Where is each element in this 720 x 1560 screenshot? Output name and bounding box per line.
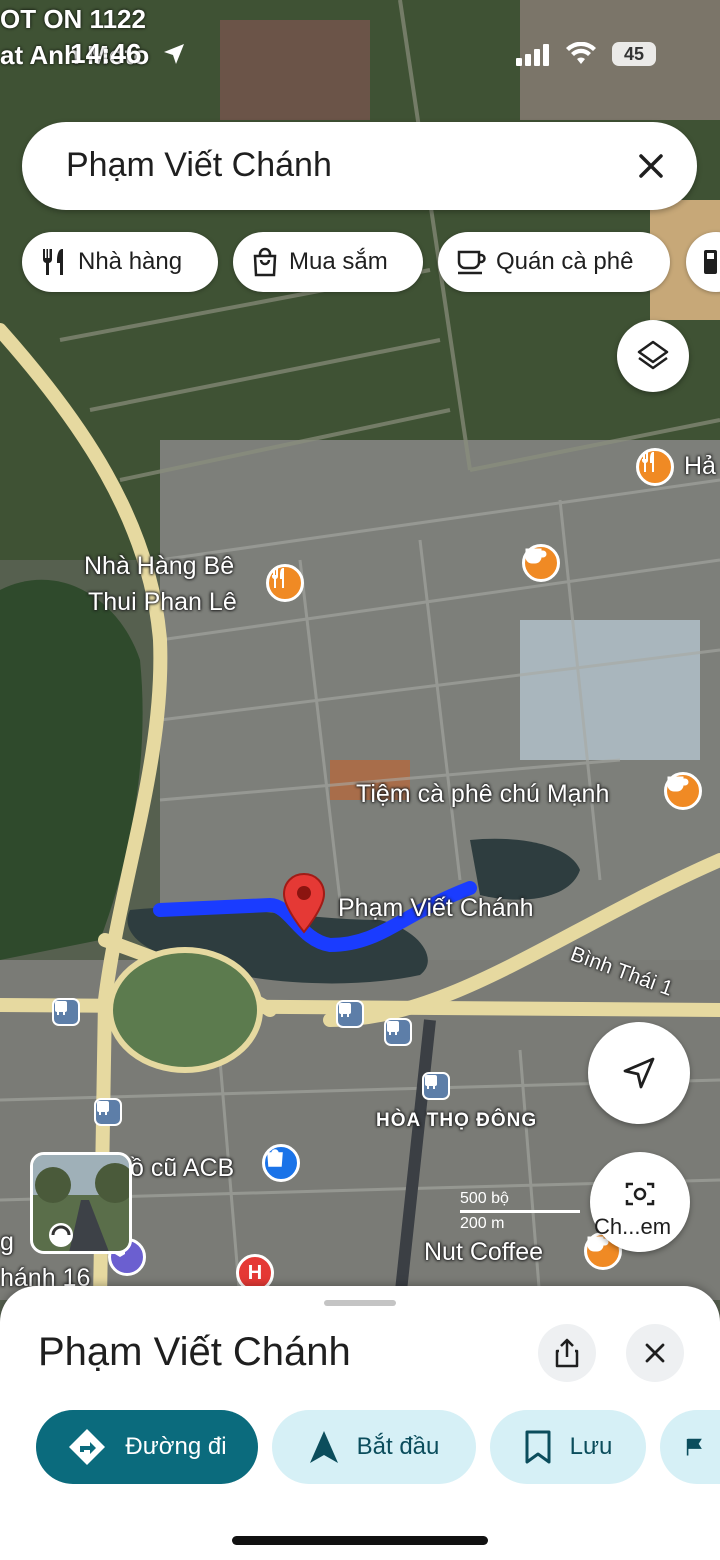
map-label-restaurant-line2: Thui Phan Lê	[88, 588, 237, 616]
bus-stop-icon[interactable]	[52, 998, 80, 1026]
chip-label: Mua sắm	[289, 248, 388, 275]
search-bar[interactable]: Phạm Viết Chánh	[22, 122, 697, 210]
scale-metric: 200 m	[460, 1215, 505, 1232]
layers-button[interactable]	[617, 320, 689, 392]
battery-indicator: 45	[612, 42, 656, 66]
share-button[interactable]	[538, 1324, 596, 1382]
save-label: Lưu	[569, 1433, 613, 1460]
location-arrow-icon	[164, 44, 184, 64]
home-indicator	[232, 1536, 488, 1545]
directions-icon	[69, 1429, 106, 1465]
location-pin-icon[interactable]	[282, 872, 326, 934]
cellular-signal-icon	[516, 44, 549, 66]
chip-label: Nhà hàng	[78, 248, 183, 275]
coffee-poi-icon[interactable]	[664, 772, 702, 810]
close-sheet-button[interactable]	[626, 1324, 684, 1382]
map-label-edge-left: g	[0, 1228, 14, 1256]
search-query[interactable]: Phạm Viết Chánh	[66, 146, 332, 185]
drag-handle[interactable]	[324, 1300, 396, 1306]
bus-stop-icon[interactable]	[94, 1098, 122, 1126]
directions-label: Đường đi	[125, 1433, 227, 1460]
bus-stop-icon[interactable]	[336, 1000, 364, 1028]
chip-shopping[interactable]: Mua sắm	[233, 232, 423, 292]
chip-restaurants[interactable]: Nhà hàng	[22, 232, 218, 292]
wifi-icon	[566, 42, 596, 64]
carrier-text: OT ON 1122	[0, 4, 146, 34]
status-bar: OT ON 1122 at Anh Moto 14:46 45	[0, 0, 720, 80]
camera-icon	[625, 1182, 655, 1206]
street-view-image	[33, 1155, 129, 1251]
restaurant-poi-icon[interactable]	[636, 448, 674, 486]
street-view-thumbnail[interactable]	[30, 1152, 132, 1254]
scale-imperial: 500 bộ	[460, 1190, 509, 1207]
map-label-selected-street: Phạm Viết Chánh	[338, 894, 534, 922]
scale-bar	[460, 1210, 580, 1213]
restaurant-poi-icon[interactable]	[266, 564, 304, 602]
shopping-poi-icon[interactable]	[262, 1144, 300, 1182]
bookmark-icon	[525, 1430, 551, 1464]
map-label-edge: Hả	[684, 452, 716, 480]
map-scale: 500 bộ 200 m	[460, 1190, 580, 1233]
directions-button[interactable]: Đường đi	[36, 1410, 258, 1484]
chip-coffee[interactable]: Quán cà phê	[438, 232, 670, 292]
map-label-restaurant: Nhà Hàng Bê	[84, 552, 235, 580]
save-button[interactable]: Lưu	[490, 1410, 646, 1484]
fork-knife-icon	[42, 249, 63, 275]
my-location-button[interactable]	[588, 1022, 690, 1124]
coffee-cup-icon	[457, 250, 486, 275]
start-button[interactable]: Bắt đầu	[272, 1410, 476, 1484]
more-actions-button[interactable]	[660, 1410, 720, 1484]
camera-search-label: Ch...em	[594, 1214, 672, 1239]
close-icon	[645, 1343, 665, 1363]
coffee-poi-icon[interactable]	[522, 544, 560, 582]
bus-stop-icon[interactable]	[384, 1018, 412, 1046]
layers-icon	[637, 340, 669, 370]
close-icon[interactable]	[629, 144, 673, 188]
bus-stop-icon[interactable]	[422, 1072, 450, 1100]
place-sheet[interactable]: Phạm Viết Chánh Đường đi Bắt đầu Lưu	[0, 1286, 720, 1560]
navigation-arrow-icon	[309, 1431, 338, 1463]
flag-icon	[686, 1438, 702, 1456]
camera-search-button[interactable]: Ch...em	[590, 1152, 690, 1252]
map-label-cafe: Nut Coffee	[424, 1238, 544, 1266]
gas-station-icon	[704, 250, 717, 274]
status-time: 14:46	[70, 38, 142, 69]
navigation-arrow-icon	[623, 1057, 655, 1089]
map-label-district: HÒA THỌ ĐÔNG	[376, 1110, 538, 1131]
start-label: Bắt đầu	[356, 1433, 440, 1460]
map-label-coffee-shop: Tiệm cà phê chú Mạnh	[356, 780, 610, 808]
chip-label: Quán cà phê	[496, 248, 634, 275]
map-label-bank: ồ cũ ACB	[130, 1154, 235, 1182]
share-icon	[555, 1338, 579, 1368]
shopping-bag-icon	[253, 247, 277, 277]
place-title: Phạm Viết Chánh	[38, 1330, 351, 1374]
